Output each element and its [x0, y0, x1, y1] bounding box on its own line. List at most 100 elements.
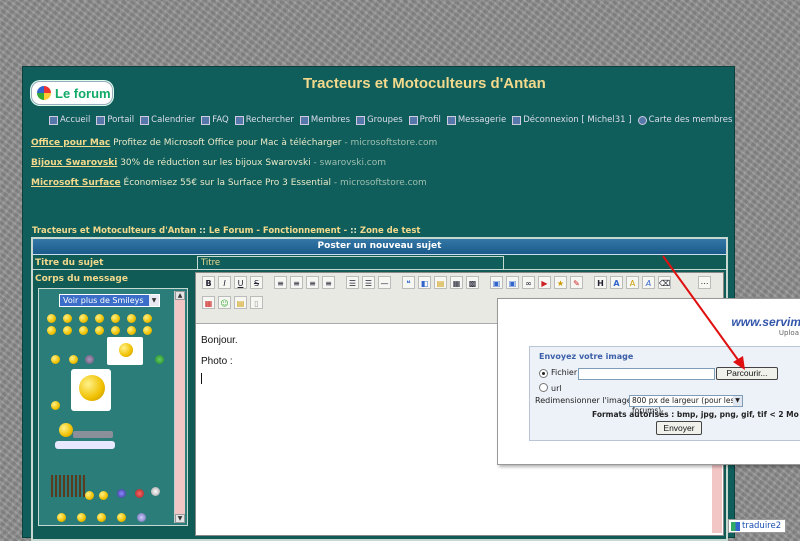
emoji-icon[interactable]: ☺: [218, 296, 231, 309]
strike-button[interactable]: S: [250, 276, 263, 289]
numbered-list-icon[interactable]: ☰: [362, 276, 375, 289]
more-icon[interactable]: ⋯: [698, 276, 711, 289]
smiley-icon[interactable]: [143, 326, 152, 335]
breadcrumb-section[interactable]: Zone de test: [360, 226, 421, 236]
smiley-icon[interactable]: [51, 401, 60, 410]
smiley-icon[interactable]: [63, 314, 72, 323]
breadcrumb-site[interactable]: Tracteurs et Motoculteurs d'Antan: [32, 226, 196, 236]
font-face-icon[interactable]: A: [642, 276, 655, 289]
smiley-icon[interactable]: [77, 513, 86, 522]
date-icon[interactable]: ▦: [202, 296, 215, 309]
nav-portail[interactable]: Portail: [96, 115, 134, 125]
servimg-subtitle: Uploa: [778, 329, 799, 337]
smiley-icon[interactable]: [117, 489, 126, 498]
smiley-icon[interactable]: [85, 491, 94, 500]
host-image-icon[interactable]: ▣: [506, 276, 519, 289]
smiley-icon[interactable]: [79, 326, 88, 335]
smiley-icon[interactable]: [111, 326, 120, 335]
video-icon[interactable]: ▶: [538, 276, 551, 289]
smiley-icon[interactable]: [127, 326, 136, 335]
scroll-down-icon[interactable]: ▼: [175, 514, 185, 523]
subject-input[interactable]: Titre: [197, 256, 504, 270]
nav-deconnexion[interactable]: Déconnexion [ Michel31 ]: [512, 115, 632, 125]
radio-url[interactable]: [539, 383, 548, 392]
smiley-icon[interactable]: [47, 326, 56, 335]
smiley-icon[interactable]: [95, 326, 104, 335]
image-icon[interactable]: ▣: [490, 276, 503, 289]
smiley-icon[interactable]: [127, 314, 136, 323]
browse-button[interactable]: Parcourir...: [716, 367, 778, 380]
bold-button[interactable]: B: [202, 276, 215, 289]
bullet-list-icon[interactable]: ☰: [346, 276, 359, 289]
smiley-icon[interactable]: [95, 314, 104, 323]
smiley-icon[interactable]: [69, 355, 78, 364]
smiley-icon[interactable]: [137, 513, 146, 522]
smiley-icon[interactable]: [47, 314, 56, 323]
nav-groupes[interactable]: Groupes: [356, 115, 403, 125]
hide-icon[interactable]: ▦: [450, 276, 463, 289]
nav-faq[interactable]: FAQ: [201, 115, 229, 125]
file-input[interactable]: [578, 368, 715, 380]
italic-button[interactable]: I: [218, 276, 231, 289]
nav-calendrier[interactable]: Calendrier: [140, 115, 195, 125]
table-icon[interactable]: ▩: [466, 276, 479, 289]
flash-icon[interactable]: ★: [554, 276, 567, 289]
smiley-icon[interactable]: [107, 337, 143, 365]
smiley-icon[interactable]: [135, 489, 144, 498]
upload-popup: www.servim Uploa Envoyez votre image Fic…: [497, 298, 800, 465]
link-icon[interactable]: ∞: [522, 276, 535, 289]
smiley-icon[interactable]: [111, 314, 120, 323]
smiley-icon[interactable]: [155, 355, 164, 364]
forum-logo[interactable]: Le forum: [31, 81, 113, 105]
pdf-icon[interactable]: ✎: [570, 276, 583, 289]
smileys-select[interactable]: Voir plus de Smileys ▼: [59, 294, 160, 307]
smiley-icon[interactable]: [97, 513, 106, 522]
heading-icon[interactable]: H: [594, 276, 607, 289]
font-size-icon[interactable]: A: [610, 276, 623, 289]
align-right-icon[interactable]: ≡: [306, 276, 319, 289]
smiley-icon[interactable]: [63, 326, 72, 335]
members-icon: [299, 115, 309, 125]
nav-rechercher[interactable]: Rechercher: [234, 115, 294, 125]
paste-icon[interactable]: ▤: [234, 296, 247, 309]
smiley-icon[interactable]: [99, 491, 108, 500]
smiley-icon[interactable]: [143, 314, 152, 323]
resize-select[interactable]: 800 px de largeur (pour les forums) ▼: [629, 395, 743, 415]
ad-link[interactable]: Bijoux Swarovski: [31, 158, 117, 168]
align-center-icon[interactable]: ≡: [290, 276, 303, 289]
nav-messagerie[interactable]: Messagerie: [446, 115, 506, 125]
smiley-icon[interactable]: [79, 314, 88, 323]
nav-carte-membres[interactable]: Carte des membres: [637, 115, 732, 125]
smiley-icon[interactable]: [151, 487, 160, 496]
smileys-scrollbar[interactable]: ▲ ▼: [174, 291, 185, 523]
align-left-icon[interactable]: ≡: [274, 276, 287, 289]
nav-membres[interactable]: Membres: [299, 115, 350, 125]
hr-icon[interactable]: —: [378, 276, 391, 289]
home-icon: [49, 115, 58, 125]
smiley-icon[interactable]: [85, 355, 94, 364]
send-button[interactable]: Envoyer: [656, 421, 702, 435]
smiley-icon[interactable]: [51, 475, 85, 497]
smiley-icon[interactable]: [51, 355, 60, 364]
smiley-icon[interactable]: [117, 513, 126, 522]
clear-format-icon[interactable]: ⌫: [658, 276, 671, 289]
smiley-icon[interactable]: [53, 417, 123, 457]
translate-widget[interactable]: traduire2: [728, 519, 786, 533]
nav-accueil[interactable]: Accueil: [49, 115, 90, 125]
breadcrumb-forum[interactable]: Le Forum - Fonctionnement -: [209, 226, 347, 236]
quote-icon[interactable]: ❝: [402, 276, 415, 289]
ad-link[interactable]: Microsoft Surface: [31, 178, 121, 188]
smiley-icon[interactable]: [71, 369, 111, 411]
spoiler-icon[interactable]: ▤: [434, 276, 447, 289]
scroll-up-icon[interactable]: ▲: [175, 291, 185, 300]
nav-profil[interactable]: Profil: [408, 115, 441, 125]
font-color-icon[interactable]: A: [626, 276, 639, 289]
underline-button[interactable]: U: [234, 276, 247, 289]
resize-label: Redimensionner l'image: [535, 396, 632, 405]
justify-icon[interactable]: ≡: [322, 276, 335, 289]
smiley-icon[interactable]: [57, 513, 66, 522]
source-icon[interactable]: ▯: [250, 296, 263, 309]
ad-link[interactable]: Office pour Mac: [31, 138, 110, 148]
radio-file[interactable]: [539, 369, 548, 378]
code-icon[interactable]: ◧: [418, 276, 431, 289]
